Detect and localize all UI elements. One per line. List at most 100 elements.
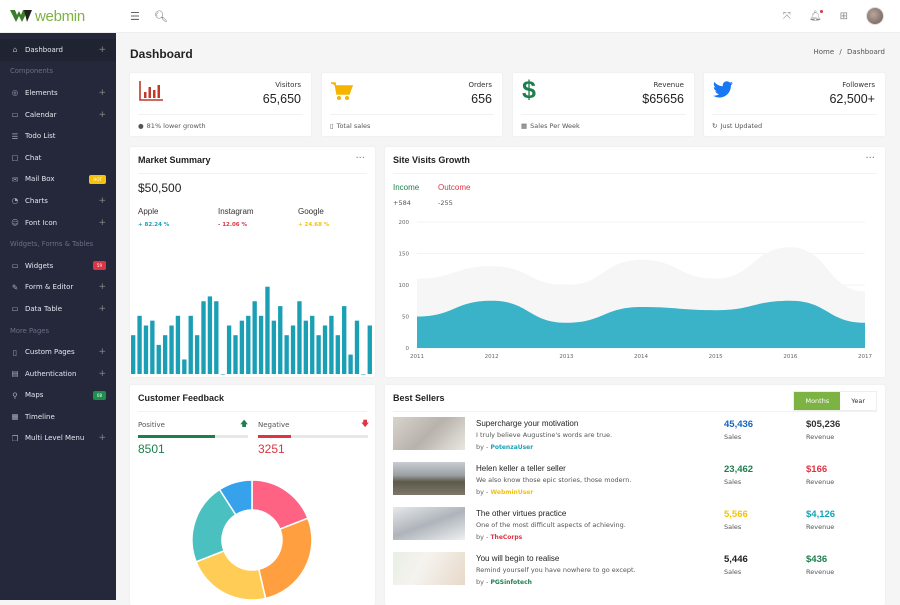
negative-progress-bar	[258, 435, 368, 438]
sidebar-item-maps[interactable]: ⚲ Maps 08	[0, 385, 116, 407]
bar	[150, 320, 155, 374]
plus-icon[interactable]: +	[98, 110, 106, 120]
tab-year[interactable]: Year	[840, 392, 876, 410]
market-bar-chart	[131, 286, 372, 375]
negative-progress-fill	[258, 435, 291, 438]
plus-icon[interactable]: +	[98, 45, 106, 55]
stat-label: Revenue	[653, 81, 685, 89]
bar	[156, 344, 161, 374]
bar	[233, 335, 238, 374]
sidebar-item-elements[interactable]: ◎ Elements +	[0, 82, 116, 104]
stat-footer: ↻ Just Updated	[712, 114, 877, 130]
best-seller-row[interactable]: Supercharge your motivation I truly beli…	[393, 417, 877, 457]
sidebar-section-heading: Components	[10, 67, 54, 76]
sidebar-item-custom-pages[interactable]: ▯ Custom Pages +	[0, 341, 116, 363]
product-title[interactable]: Helen keller a teller seller	[476, 464, 566, 473]
plus-icon[interactable]: +	[98, 369, 106, 379]
avatar[interactable]	[866, 7, 884, 25]
sidebar-item-mail-box[interactable]: ✉ Mail Box HOT	[0, 169, 116, 191]
sidebar-item-font-icon[interactable]: ☺ Font Icon +	[0, 212, 116, 234]
author-name[interactable]: WebminUser	[490, 489, 533, 496]
revenue-value: $05,236	[806, 419, 841, 430]
sales-value: 5,446	[724, 554, 748, 565]
tab-months[interactable]: Months	[794, 392, 841, 410]
notification-dot	[819, 9, 823, 13]
sidebar-item-todo-list[interactable]: ☰ Todo List	[0, 125, 116, 147]
product-description: One of the most difficult aspects of ach…	[476, 521, 626, 529]
stat-card-followers: Followers 62,500+ ↻ Just Updated	[704, 73, 885, 136]
sidebar-item-calendar[interactable]: ▭ Calendar +	[0, 104, 116, 126]
plus-icon[interactable]: +	[98, 196, 106, 206]
plus-icon[interactable]: +	[98, 304, 106, 314]
sidebar-item-icon: ◔	[11, 196, 19, 206]
webmin-logo-icon	[10, 10, 32, 22]
product-title[interactable]: You will begin to realise	[476, 554, 559, 563]
stat-card-orders: Orders 656 ▯ Total sales	[322, 73, 502, 136]
card-title: Customer Feedback	[138, 393, 225, 403]
sidebar-item-chat[interactable]: ▢ Chat	[0, 147, 116, 169]
product-author: by - WebminUser	[476, 488, 533, 496]
logo[interactable]: webmin	[0, 8, 116, 25]
hamburger-icon[interactable]: ☰	[130, 10, 140, 23]
breadcrumb-home[interactable]: Home	[814, 48, 835, 56]
more-options-icon[interactable]: ···	[865, 153, 875, 164]
x-tick-label: 2017	[858, 354, 872, 360]
site-visits-card: Site Visits Growth ··· Income +584 Outco…	[385, 147, 885, 377]
product-description: I truly believe Augustine's words are tr…	[476, 431, 613, 439]
income-value: +584	[393, 199, 411, 207]
bell-icon[interactable]: 🔔︎	[809, 9, 823, 22]
refresh-icon: ↻	[712, 122, 718, 130]
bar	[220, 374, 225, 375]
author-name[interactable]: TheCorps	[490, 534, 522, 541]
x-tick-label: 2013	[559, 354, 573, 360]
plus-icon[interactable]: +	[98, 347, 106, 357]
sidebar-item-label: Form & Editor	[25, 283, 74, 292]
plus-icon[interactable]: +	[98, 282, 106, 292]
best-seller-row[interactable]: You will begin to realise Remind yoursel…	[393, 552, 877, 592]
search-icon[interactable]: 🔍︎	[154, 10, 168, 23]
sidebar-item-label: Custom Pages	[25, 348, 75, 357]
more-options-icon[interactable]: ···	[355, 153, 365, 164]
sidebar-item-charts[interactable]: ◔ Charts +	[0, 190, 116, 212]
revenue-value: $436	[806, 554, 828, 565]
author-name[interactable]: PGSinfotech	[490, 579, 531, 586]
sidebar-item-form-editor[interactable]: ✎ Form & Editor +	[0, 277, 116, 299]
divider	[138, 411, 367, 412]
sidebar-item-dashboard[interactable]: ⌂ Dashboard +	[0, 39, 116, 61]
product-title[interactable]: Supercharge your motivation	[476, 419, 578, 428]
stat-footer-text: 81% lower growth	[146, 122, 206, 130]
stat-value: 62,500+	[829, 92, 875, 106]
best-seller-row[interactable]: Helen keller a teller seller We also kno…	[393, 462, 877, 502]
sidebar-item-label: Elements	[25, 88, 58, 97]
product-title[interactable]: The other virtues practice	[476, 509, 566, 518]
author-name[interactable]: PotenzaUser	[490, 444, 533, 451]
sales-label: Sales	[724, 568, 742, 576]
sidebar-item-label: Calendar	[25, 110, 57, 119]
sidebar-item-label: Timeline	[25, 412, 55, 421]
product-thumbnail	[393, 462, 465, 495]
arrow-up-icon: 🡅	[240, 419, 249, 428]
product-thumbnail	[393, 417, 465, 450]
plus-icon[interactable]: +	[98, 88, 106, 98]
sidebar-item-icon: ◎	[11, 88, 19, 98]
stock-instagram: Instagram - 12.06 %	[218, 207, 254, 228]
best-seller-row[interactable]: The other virtues practice One of the mo…	[393, 507, 877, 547]
sidebar-item-multi-level-menu[interactable]: ❐ Multi Level Menu +	[0, 428, 116, 450]
shopping-cart-icon	[331, 82, 353, 100]
plus-icon[interactable]: +	[98, 433, 106, 443]
sidebar-item-widgets[interactable]: ▭ Widgets 59	[0, 255, 116, 277]
revenue-value: $4,126	[806, 509, 836, 520]
bar	[297, 301, 302, 374]
sidebar-item-label: Multi Level Menu	[25, 434, 85, 443]
bar	[265, 286, 270, 374]
sidebar-item-data-table[interactable]: ▭ Data Table +	[0, 298, 116, 320]
sidebar-item-authentication[interactable]: ▤ Authentication +	[0, 363, 116, 385]
grid-icon[interactable]: ⊞	[840, 11, 848, 22]
sidebar-item-timeline[interactable]: ▦ Timeline	[0, 406, 116, 428]
expand-icon[interactable]: ⤧	[783, 11, 791, 22]
sidebar-item-icon: ✉	[11, 174, 19, 184]
plus-icon[interactable]: +	[98, 218, 106, 228]
sidebar: ⌂ Dashboard + Components ◎ Elements + ▭ Calendar…	[0, 33, 116, 600]
income-label: Income	[393, 183, 420, 192]
revenue-value: $166	[806, 464, 828, 475]
